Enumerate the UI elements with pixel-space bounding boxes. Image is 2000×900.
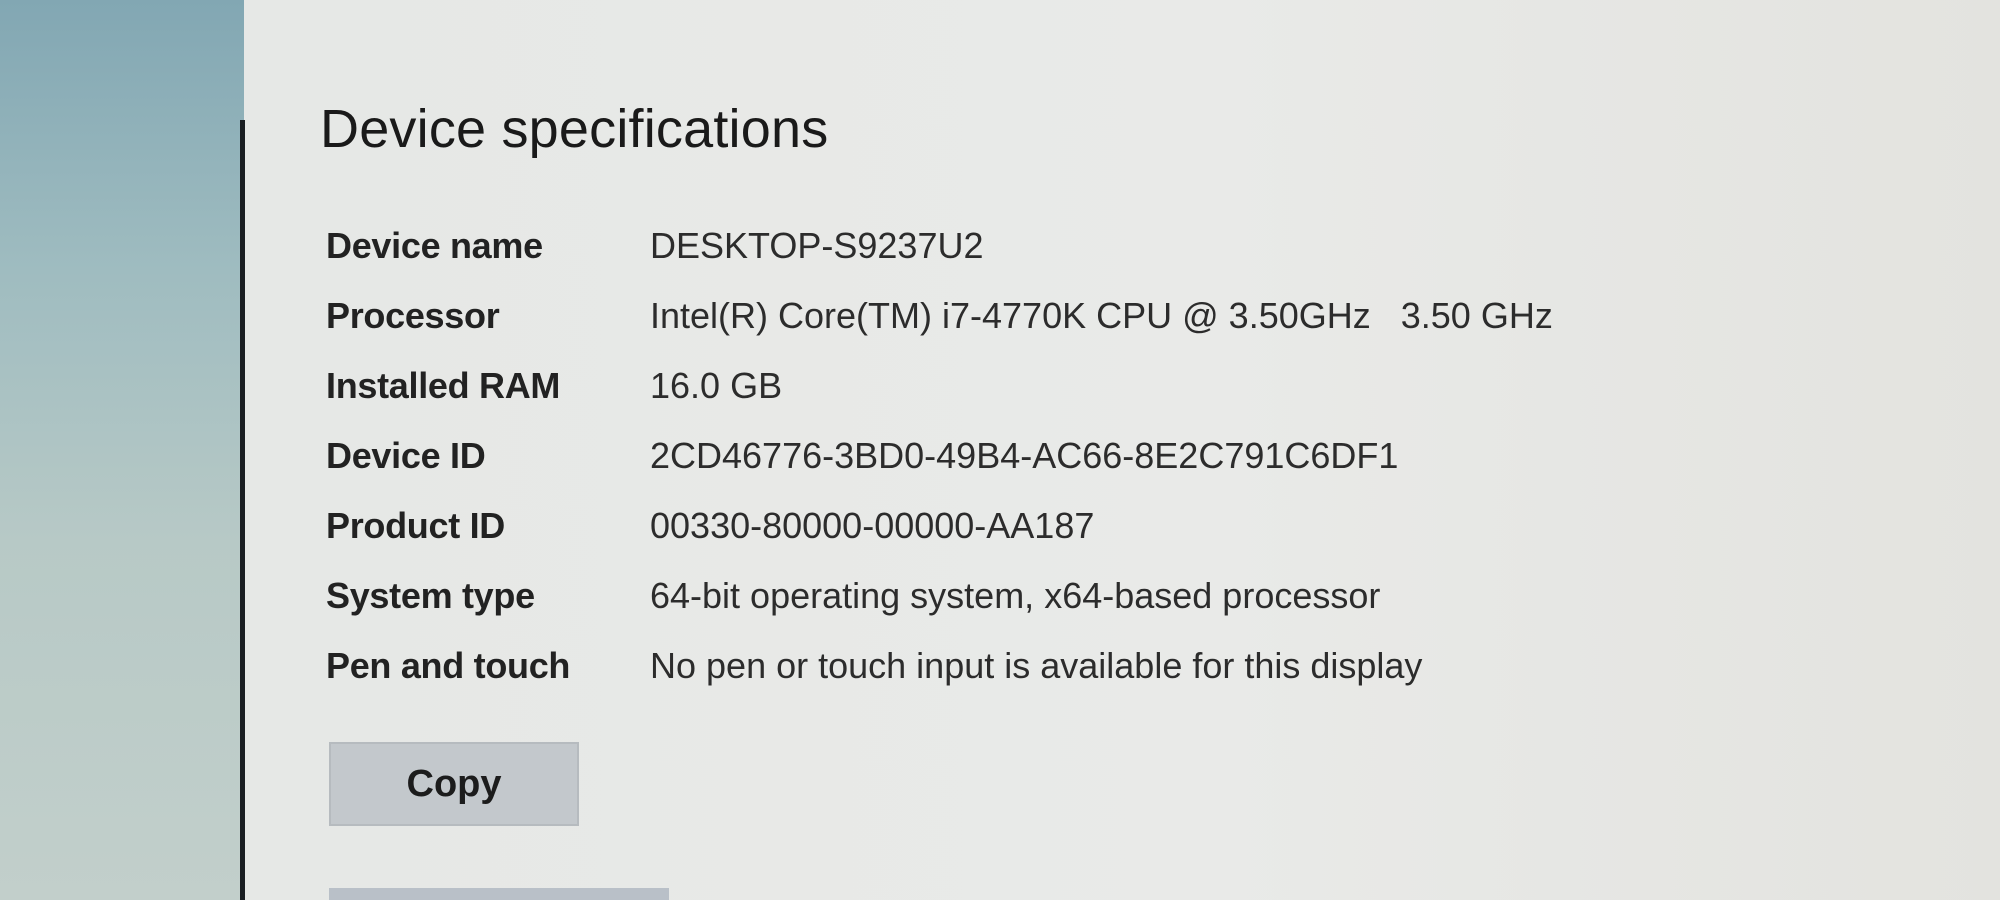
spec-row-product-id: Product ID 00330-80000-00000-AA187 bbox=[326, 502, 1726, 562]
window-border bbox=[240, 120, 245, 900]
spec-label: Pen and touch bbox=[326, 645, 571, 686]
spec-value: 00330-80000-00000-AA187 bbox=[650, 505, 1095, 546]
spec-label: Device name bbox=[326, 225, 543, 266]
spec-row-pen-and-touch: Pen and touch No pen or touch input is a… bbox=[326, 642, 1726, 702]
desktop-backdrop bbox=[0, 0, 250, 900]
spec-row-processor: Processor Intel(R) Core(TM) i7-4770K CPU… bbox=[326, 292, 1726, 352]
spec-row-system-type: System type 64-bit operating system, x64… bbox=[326, 572, 1726, 632]
section-title: Device specifications bbox=[320, 99, 829, 159]
spec-value: No pen or touch input is available for t… bbox=[650, 645, 1423, 686]
spec-value: 2CD46776-3BD0-49B4-AC66-8E2C791C6DF1 bbox=[650, 435, 1399, 476]
spec-value: 16.0 GB bbox=[650, 365, 783, 406]
spec-row-device-id: Device ID 2CD46776-3BD0-49B4-AC66-8E2C79… bbox=[326, 432, 1726, 492]
spec-label: Processor bbox=[326, 295, 500, 336]
copy-button[interactable]: Copy bbox=[329, 742, 579, 826]
spec-label: System type bbox=[326, 575, 535, 616]
next-section-button-edge[interactable] bbox=[329, 888, 669, 900]
spec-label: Product ID bbox=[326, 505, 506, 546]
spec-row-device-name: Device name DESKTOP-S9237U2 bbox=[326, 222, 1726, 282]
spec-value: 64-bit operating system, x64-based proce… bbox=[650, 575, 1381, 616]
spec-value: DESKTOP-S9237U2 bbox=[650, 225, 984, 266]
spec-label: Installed RAM bbox=[326, 365, 561, 406]
spec-row-installed-ram: Installed RAM 16.0 GB bbox=[326, 362, 1726, 422]
spec-value: Intel(R) Core(TM) i7-4770K CPU @ 3.50GHz… bbox=[650, 295, 1553, 336]
spec-label: Device ID bbox=[326, 435, 486, 476]
